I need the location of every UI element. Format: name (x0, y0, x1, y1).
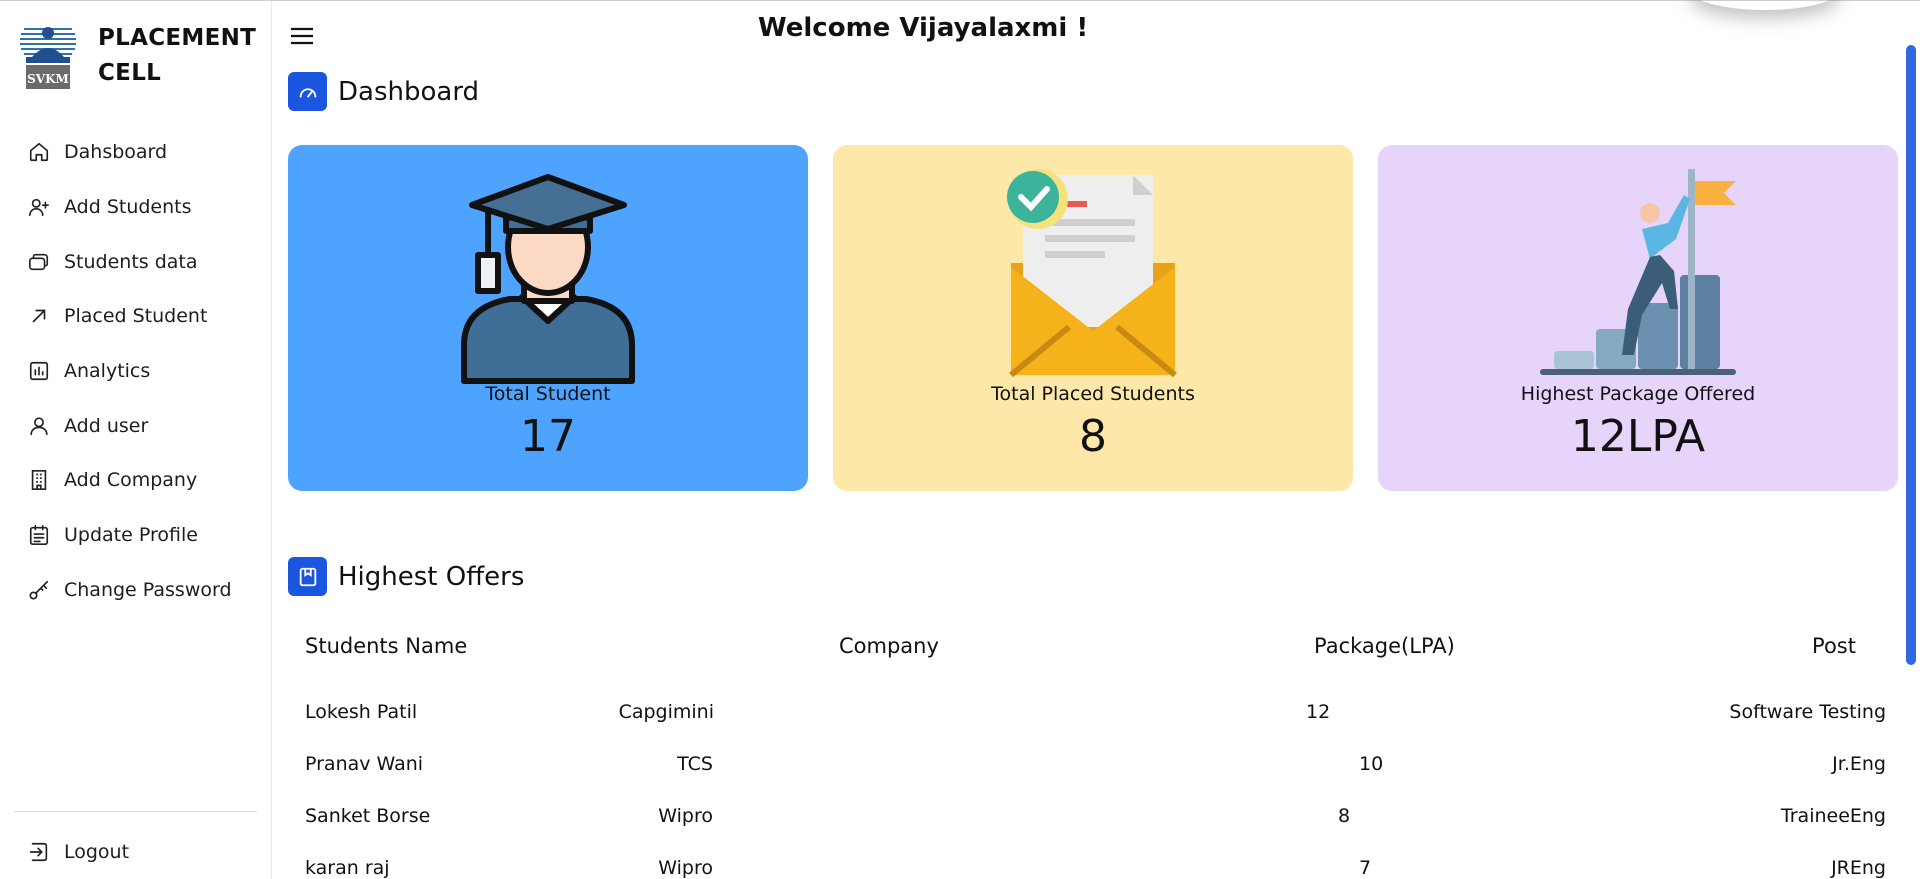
card-label: Total Placed Students (991, 383, 1195, 405)
cell-name: Sanket Borse (305, 805, 431, 827)
highest-offers-heading: Highest Offers (288, 557, 524, 596)
cell-company: TCS (677, 753, 713, 775)
card-label: Total Student (485, 383, 611, 405)
sidebar: SVKM PLACEMENT CELL Dahsboard Add Studen… (0, 1, 272, 879)
cell-company: Capgimini (618, 701, 714, 723)
bar-chart-icon (27, 359, 51, 383)
table-row: Lokesh Patil Capgimini 12 Software Testi… (288, 686, 1888, 738)
cell-company: Wipro (658, 857, 713, 879)
dashboard-heading: Dashboard (288, 72, 479, 111)
brand-line1: PLACEMENT (98, 25, 257, 51)
welcome-heading: Welcome Vijayalaxmi ! (758, 13, 1089, 43)
arrow-up-right-icon (27, 304, 51, 328)
sidebar-item-label: Add Company (64, 469, 198, 492)
sidebar-item-label: Add user (64, 414, 149, 437)
home-icon (27, 140, 51, 164)
cell-company: Wipro (658, 805, 713, 827)
card-highest-package[interactable]: Highest Package Offered 12LPA (1378, 145, 1898, 491)
sidebar-item-change-password[interactable]: Change Password (0, 563, 272, 618)
card-value: 17 (520, 411, 576, 462)
sidebar-item-dashboard[interactable]: Dahsboard (0, 125, 272, 180)
sidebar-item-placed-student[interactable]: Placed Student (0, 289, 272, 344)
speedometer-icon (288, 72, 327, 111)
stat-cards: Total Student 17 Total Placed Students 8 (288, 145, 1898, 491)
hamburger-icon (291, 27, 313, 45)
calendar-icon (27, 523, 51, 547)
cell-post: Jr.Eng (1832, 753, 1886, 775)
sidebar-item-update-profile[interactable]: Update Profile (0, 508, 272, 563)
card-total-placed[interactable]: Total Placed Students 8 (833, 145, 1353, 491)
card-label: Highest Package Offered (1520, 383, 1756, 405)
cell-package: 12 (1306, 701, 1331, 723)
sidebar-item-add-user[interactable]: Add user (0, 398, 272, 453)
table-row: Sanket Borse Wipro 8 TraineeEng (288, 790, 1888, 842)
sidebar-item-label: Update Profile (64, 524, 198, 547)
sidebar-item-label: Change Password (64, 578, 232, 601)
sidebar-item-label: Analytics (64, 360, 151, 383)
column-header-post: Post (1812, 634, 1856, 658)
cell-name: Lokesh Patil (305, 701, 418, 723)
column-header-company: Company (839, 634, 939, 658)
page-scrollbar[interactable] (1906, 45, 1916, 665)
table-header: Students Name Company Package(LPA) Post (288, 626, 1888, 686)
graduate-icon (461, 174, 635, 384)
logout-section: Logout (0, 825, 272, 879)
sidebar-item-add-company[interactable]: Add Company (0, 453, 272, 508)
highest-offers-table: Students Name Company Package(LPA) Post … (288, 626, 1888, 879)
user-icon (27, 414, 51, 438)
brand-title: PLACEMENT CELL (98, 21, 256, 91)
table-row: karan raj Wipro 7 JREng (288, 842, 1888, 879)
menu-toggle-button[interactable] (288, 24, 316, 48)
sidebar-item-students-data[interactable]: Students data (0, 234, 272, 289)
logout-button[interactable]: Logout (0, 825, 272, 879)
key-icon (27, 578, 51, 602)
cell-post: TraineeEng (1780, 805, 1886, 827)
brand-line2: CELL (98, 60, 162, 86)
cell-post: Software Testing (1729, 701, 1886, 723)
column-header-name: Students Name (305, 634, 468, 658)
logout-icon (27, 840, 51, 864)
top-border (0, 0, 1920, 1)
page-title: Dashboard (338, 76, 480, 107)
brand: SVKM PLACEMENT CELL (18, 21, 256, 91)
card-value: 8 (1079, 411, 1107, 462)
profile-dropdown-shadow (1690, 0, 1840, 10)
sidebar-nav: Dahsboard Add Students Students data Pla… (0, 125, 272, 617)
cell-package: 8 (1338, 805, 1351, 827)
column-header-package: Package(LPA) (1314, 634, 1455, 658)
database-icon (27, 250, 51, 274)
sidebar-item-label: Students data (64, 250, 198, 273)
envelope-letter-icon (1007, 169, 1177, 378)
sidebar-item-analytics[interactable]: Analytics (0, 344, 272, 399)
cell-package: 10 (1359, 753, 1384, 775)
sidebar-item-label: Placed Student (64, 305, 208, 328)
svg-text:SVKM: SVKM (27, 72, 69, 86)
cell-post: JREng (1831, 857, 1886, 879)
cell-package: 7 (1359, 857, 1372, 879)
card-value: 12LPA (1570, 411, 1706, 462)
sidebar-item-label: Dahsboard (64, 141, 168, 164)
user-plus-icon (27, 195, 51, 219)
svkm-logo: SVKM (20, 27, 76, 89)
sidebar-item-label: Add Students (64, 196, 192, 219)
cell-name: Pranav Wani (305, 753, 424, 775)
sidebar-divider (14, 811, 257, 812)
table-row: Pranav Wani TCS 10 Jr.Eng (288, 738, 1888, 790)
card-total-student[interactable]: Total Student 17 (288, 145, 808, 491)
building-icon (27, 468, 51, 492)
logout-label: Logout (64, 841, 130, 864)
climber-flag-icon (1540, 169, 1736, 375)
cell-name: karan raj (305, 857, 390, 879)
section-title: Highest Offers (338, 561, 525, 592)
sidebar-item-add-students[interactable]: Add Students (0, 180, 272, 235)
bookmark-icon (288, 557, 327, 596)
